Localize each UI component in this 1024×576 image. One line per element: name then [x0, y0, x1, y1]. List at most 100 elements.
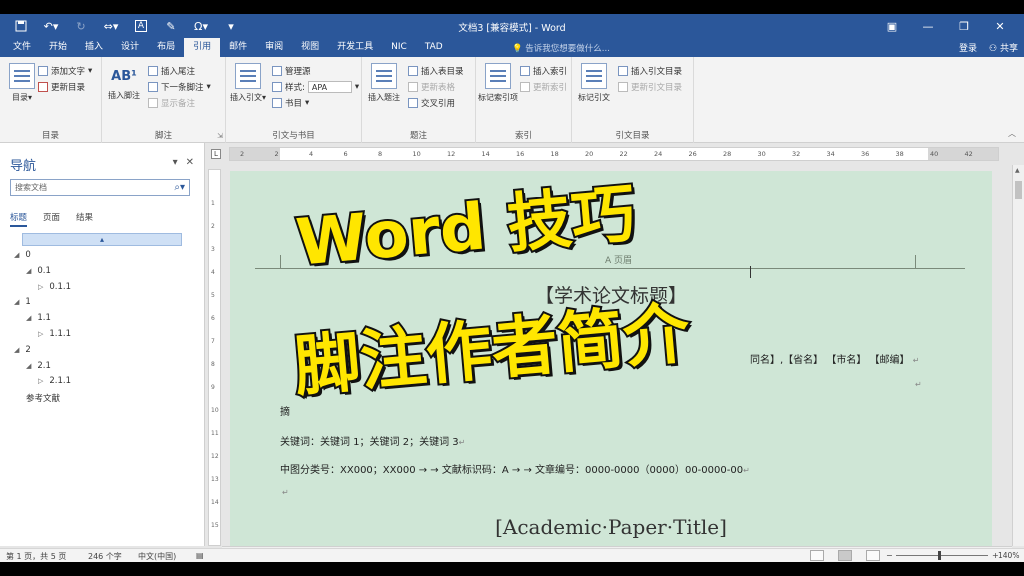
tab-11[interactable]: TAD [416, 38, 452, 57]
expand-icon[interactable]: ◢ [26, 314, 31, 322]
nav-heading-item[interactable]: ◢ 2 [14, 345, 31, 355]
update-toa-icon [618, 82, 628, 92]
nav-tab-2[interactable]: 结果 [76, 211, 93, 227]
collapse-ribbon-icon[interactable]: ︿ [1008, 128, 1016, 139]
keywords-text: 关键词：关键词 1；关键词 2；关键词 3 [280, 437, 459, 448]
cross-reference-button[interactable]: 交叉引用 [408, 97, 455, 109]
insert-table-figures-button[interactable]: 插入表目录 [408, 65, 464, 77]
nav-heading-item[interactable]: ▷ 2.1.1 [38, 376, 71, 386]
bibliography-button[interactable]: 书目 ▾ [272, 97, 309, 109]
minimize-icon[interactable]: — [910, 16, 946, 36]
horizontal-ruler[interactable]: L 2 2 4 6 8 10 12 14 16 18 20 22 24 26 28 30 32 34 36 38 40 4… [205, 143, 1024, 165]
expand-icon[interactable]: ◢ [26, 362, 31, 370]
update-table-button[interactable]: 更新表格 [408, 81, 455, 93]
tab-1[interactable]: 开始 [40, 38, 76, 57]
scroll-up-icon[interactable]: ▲ [1015, 167, 1020, 174]
tab-6[interactable]: 邮件 [220, 38, 256, 57]
zoom-slider[interactable] [896, 555, 988, 556]
tab-5[interactable]: 引用 [184, 38, 221, 57]
share-button[interactable]: ⚇ 共享 [989, 41, 1018, 54]
login-link[interactable]: 登录 [959, 41, 977, 54]
style-select[interactable]: 样式: APA ▾ [272, 81, 359, 93]
insert-caption-button[interactable]: 插入题注 [364, 63, 404, 103]
nav-heading-item[interactable]: ◢ 1 [14, 297, 31, 307]
close-icon[interactable]: ✕ [982, 16, 1018, 36]
next-footnote-button[interactable]: 下一条脚注 ▾ [148, 81, 211, 93]
web-layout-icon[interactable] [866, 550, 880, 561]
expand-icon[interactable]: ◢ [14, 298, 19, 306]
insert-citation-button[interactable]: 插入引文▾ [228, 63, 268, 103]
dialog-launcher-icon[interactable]: ⇲ [217, 132, 223, 140]
empty-paragraph: ↵ [282, 488, 289, 497]
tab-2[interactable]: 插入 [76, 38, 112, 57]
zoom-level[interactable]: 140% [998, 551, 1019, 560]
tab-10[interactable]: NIC [382, 38, 416, 57]
nav-close-icon[interactable]: ✕ [186, 157, 194, 168]
read-mode-icon[interactable] [810, 550, 824, 561]
insert-footnote-button[interactable]: AB¹ 插入脚注 [104, 63, 144, 101]
word-count[interactable]: 246 个字 [88, 551, 122, 562]
group-label: 脚注 [154, 131, 172, 141]
insert-index-button[interactable]: 插入索引 [520, 65, 567, 77]
tab-3[interactable]: 设计 [112, 38, 148, 57]
insert-toa-button[interactable]: 插入引文目录 [618, 65, 682, 77]
show-notes-button[interactable]: 显示备注 [148, 97, 195, 109]
vertical-scrollbar[interactable]: ▲ [1012, 165, 1024, 546]
add-text-button[interactable]: 添加文字 ▾ [38, 65, 92, 77]
insert-endnote-button[interactable]: 插入尾注 [148, 65, 195, 77]
endnote-icon [148, 66, 158, 76]
tab-0[interactable]: 文件 [4, 38, 40, 57]
macro-record-icon[interactable]: ▤ [196, 551, 204, 560]
expand-icon[interactable]: ◢ [14, 251, 19, 259]
nav-search-input[interactable]: 搜索文档 ⌕▾ [10, 179, 190, 196]
ruler-tick-label: 16 [516, 150, 525, 158]
maximize-icon[interactable]: ❐ [946, 16, 982, 36]
update-toc-icon [38, 82, 48, 92]
mark-entry-button[interactable]: 标记索引项 [478, 63, 518, 103]
zoom-out-icon[interactable]: − [886, 551, 893, 560]
tab-7[interactable]: 审阅 [256, 38, 292, 57]
nav-heading-collapse-bar[interactable]: ▴ [22, 233, 182, 246]
language-indicator[interactable]: 中文(中国) [138, 551, 176, 562]
tab-8[interactable]: 视图 [292, 38, 328, 57]
update-toc-label: 更新目录 [51, 83, 86, 93]
expand-icon[interactable]: ▷ [38, 283, 43, 291]
nav-heading-item[interactable]: 参考文献 [26, 392, 60, 404]
nav-heading-item[interactable]: ◢ 2.1 [26, 361, 51, 371]
mark-citation-button[interactable]: 标记引文 [574, 63, 614, 103]
nav-heading-label: 1 [25, 297, 31, 308]
tab-selector-icon[interactable]: L [211, 149, 221, 159]
nav-heading-item[interactable]: ◢ 0.1 [26, 266, 51, 276]
page-count[interactable]: 第 1 页，共 5 页 [6, 551, 66, 562]
manage-sources-button[interactable]: 管理源 [272, 65, 311, 77]
nav-tab-1[interactable]: 页面 [43, 211, 60, 227]
nav-options-icon[interactable]: ▾ [173, 157, 178, 168]
expand-icon[interactable]: ▷ [38, 330, 43, 338]
print-layout-icon[interactable] [838, 550, 852, 561]
vertical-scroll-thumb[interactable] [1015, 181, 1022, 199]
update-toa-button[interactable]: 更新引文目录 [618, 81, 682, 93]
search-icon[interactable]: ⌕▾ [174, 180, 185, 195]
table-figures-icon [408, 66, 418, 76]
nav-tabs: 标题 页面 结果 [10, 211, 93, 227]
ribbon-display-icon[interactable]: ▣ [874, 16, 910, 36]
add-text-icon [38, 66, 48, 76]
vertical-ruler[interactable]: 1 2 3 4 5 6 7 8 9 10 11 12 13 14 15 [208, 169, 221, 546]
zoom-slider-knob[interactable] [938, 551, 941, 560]
tell-me-box[interactable]: 💡 告诉我您想要做什么... [512, 42, 610, 54]
nav-heading-item[interactable]: ◢ 1.1 [26, 313, 51, 323]
expand-icon[interactable]: ◢ [26, 267, 31, 275]
text-cursor [750, 266, 751, 278]
nav-heading-item[interactable]: ▷ 0.1.1 [38, 282, 71, 292]
tab-4[interactable]: 布局 [148, 38, 184, 57]
expand-icon[interactable]: ▷ [38, 377, 43, 385]
toc-button[interactable]: 目录▾ [2, 63, 42, 103]
update-index-button[interactable]: 更新索引 [520, 81, 567, 93]
nav-heading-item[interactable]: ◢ 0 [14, 250, 31, 260]
right-margin-area [928, 148, 998, 160]
update-toc-button[interactable]: 更新目录 [38, 81, 85, 93]
expand-icon[interactable]: ◢ [14, 346, 19, 354]
nav-heading-item[interactable]: ▷ 1.1.1 [38, 329, 71, 339]
tab-9[interactable]: 开发工具 [328, 38, 382, 57]
nav-tab-0[interactable]: 标题 [10, 211, 28, 227]
